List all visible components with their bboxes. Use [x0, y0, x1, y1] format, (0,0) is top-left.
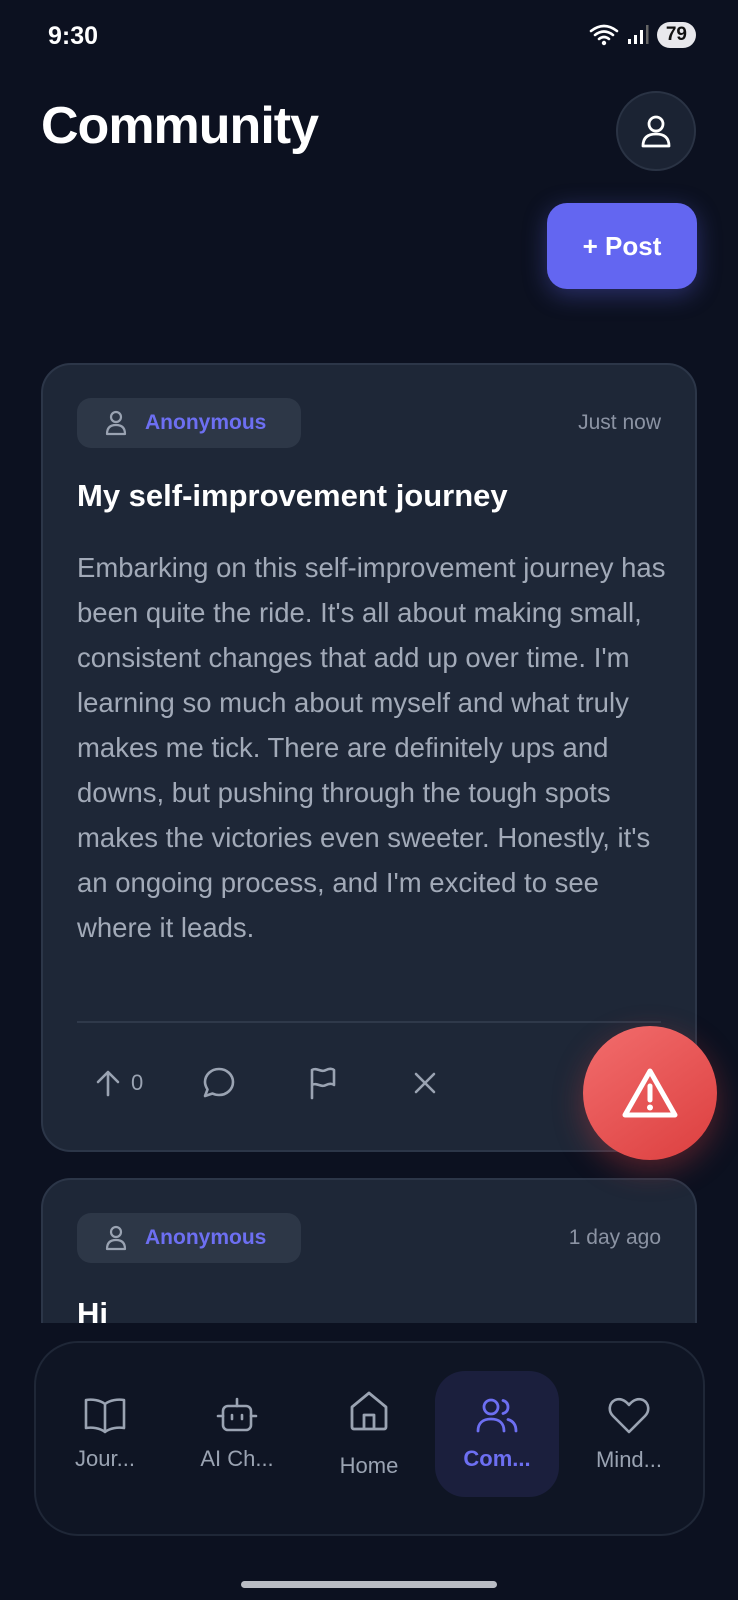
warning-icon [622, 1068, 678, 1118]
nav-label: Jour... [75, 1446, 135, 1471]
arrow-up-icon [96, 1070, 120, 1097]
flag-icon [310, 1067, 336, 1100]
dismiss-button[interactable] [413, 1071, 437, 1095]
nav-item-home[interactable]: Home [307, 1371, 431, 1497]
nav-label: AI Ch... [200, 1446, 274, 1471]
book-icon [84, 1398, 126, 1434]
emergency-button[interactable] [583, 1026, 717, 1160]
home-icon [350, 1391, 388, 1431]
user-icon [105, 1225, 127, 1251]
post-body: Embarking on this self-improvement journ… [77, 552, 666, 943]
post-actions: 0 [95, 1065, 437, 1101]
nav-label: Com... [463, 1446, 531, 1471]
new-post-button[interactable]: + Post [547, 203, 697, 289]
nav-item-journal[interactable]: Jour... [43, 1371, 167, 1497]
comment-button[interactable] [201, 1065, 237, 1101]
user-icon [641, 115, 671, 148]
card-divider [77, 1021, 661, 1023]
post-title: My self-improvement journey [77, 478, 508, 513]
post-card[interactable]: Anonymous 1 day ago Hi [41, 1178, 697, 1323]
author-name: Anonymous [145, 411, 267, 434]
nav-item-community[interactable]: Com... [435, 1371, 559, 1497]
page-title: Community [41, 97, 319, 155]
home-indicator[interactable] [241, 1581, 497, 1588]
upvote-count: 0 [131, 1070, 144, 1095]
comment-icon [203, 1067, 235, 1098]
author-chip: Anonymous [77, 1213, 301, 1263]
robot-icon [216, 1397, 258, 1432]
nav-item-mindfulness[interactable]: Mind... [567, 1371, 691, 1497]
post-card[interactable]: Anonymous Just now My self-improvement j… [41, 363, 697, 1152]
community-screen: 9:30 79 Community + Post Anonymous Just … [0, 0, 738, 1600]
nav-label: Home [339, 1453, 399, 1478]
post-title: Hi [77, 1296, 108, 1323]
nav-item-ai-chat[interactable]: AI Ch... [175, 1371, 299, 1497]
report-button[interactable] [307, 1066, 339, 1100]
user-icon [105, 410, 127, 436]
nav-label: Mind... [595, 1447, 663, 1472]
users-icon [476, 1398, 518, 1433]
close-icon [414, 1072, 436, 1094]
author-chip: Anonymous [77, 398, 301, 448]
author-name: Anonymous [145, 1226, 267, 1249]
post-timestamp: Just now [578, 411, 661, 434]
profile-button[interactable] [616, 91, 696, 171]
bottom-navigation: Jour... AI Ch... Home Com... Mind... [34, 1341, 705, 1536]
post-timestamp: 1 day ago [568, 1226, 661, 1249]
upvote-button[interactable]: 0 [95, 1069, 143, 1097]
heart-icon [608, 1397, 650, 1434]
